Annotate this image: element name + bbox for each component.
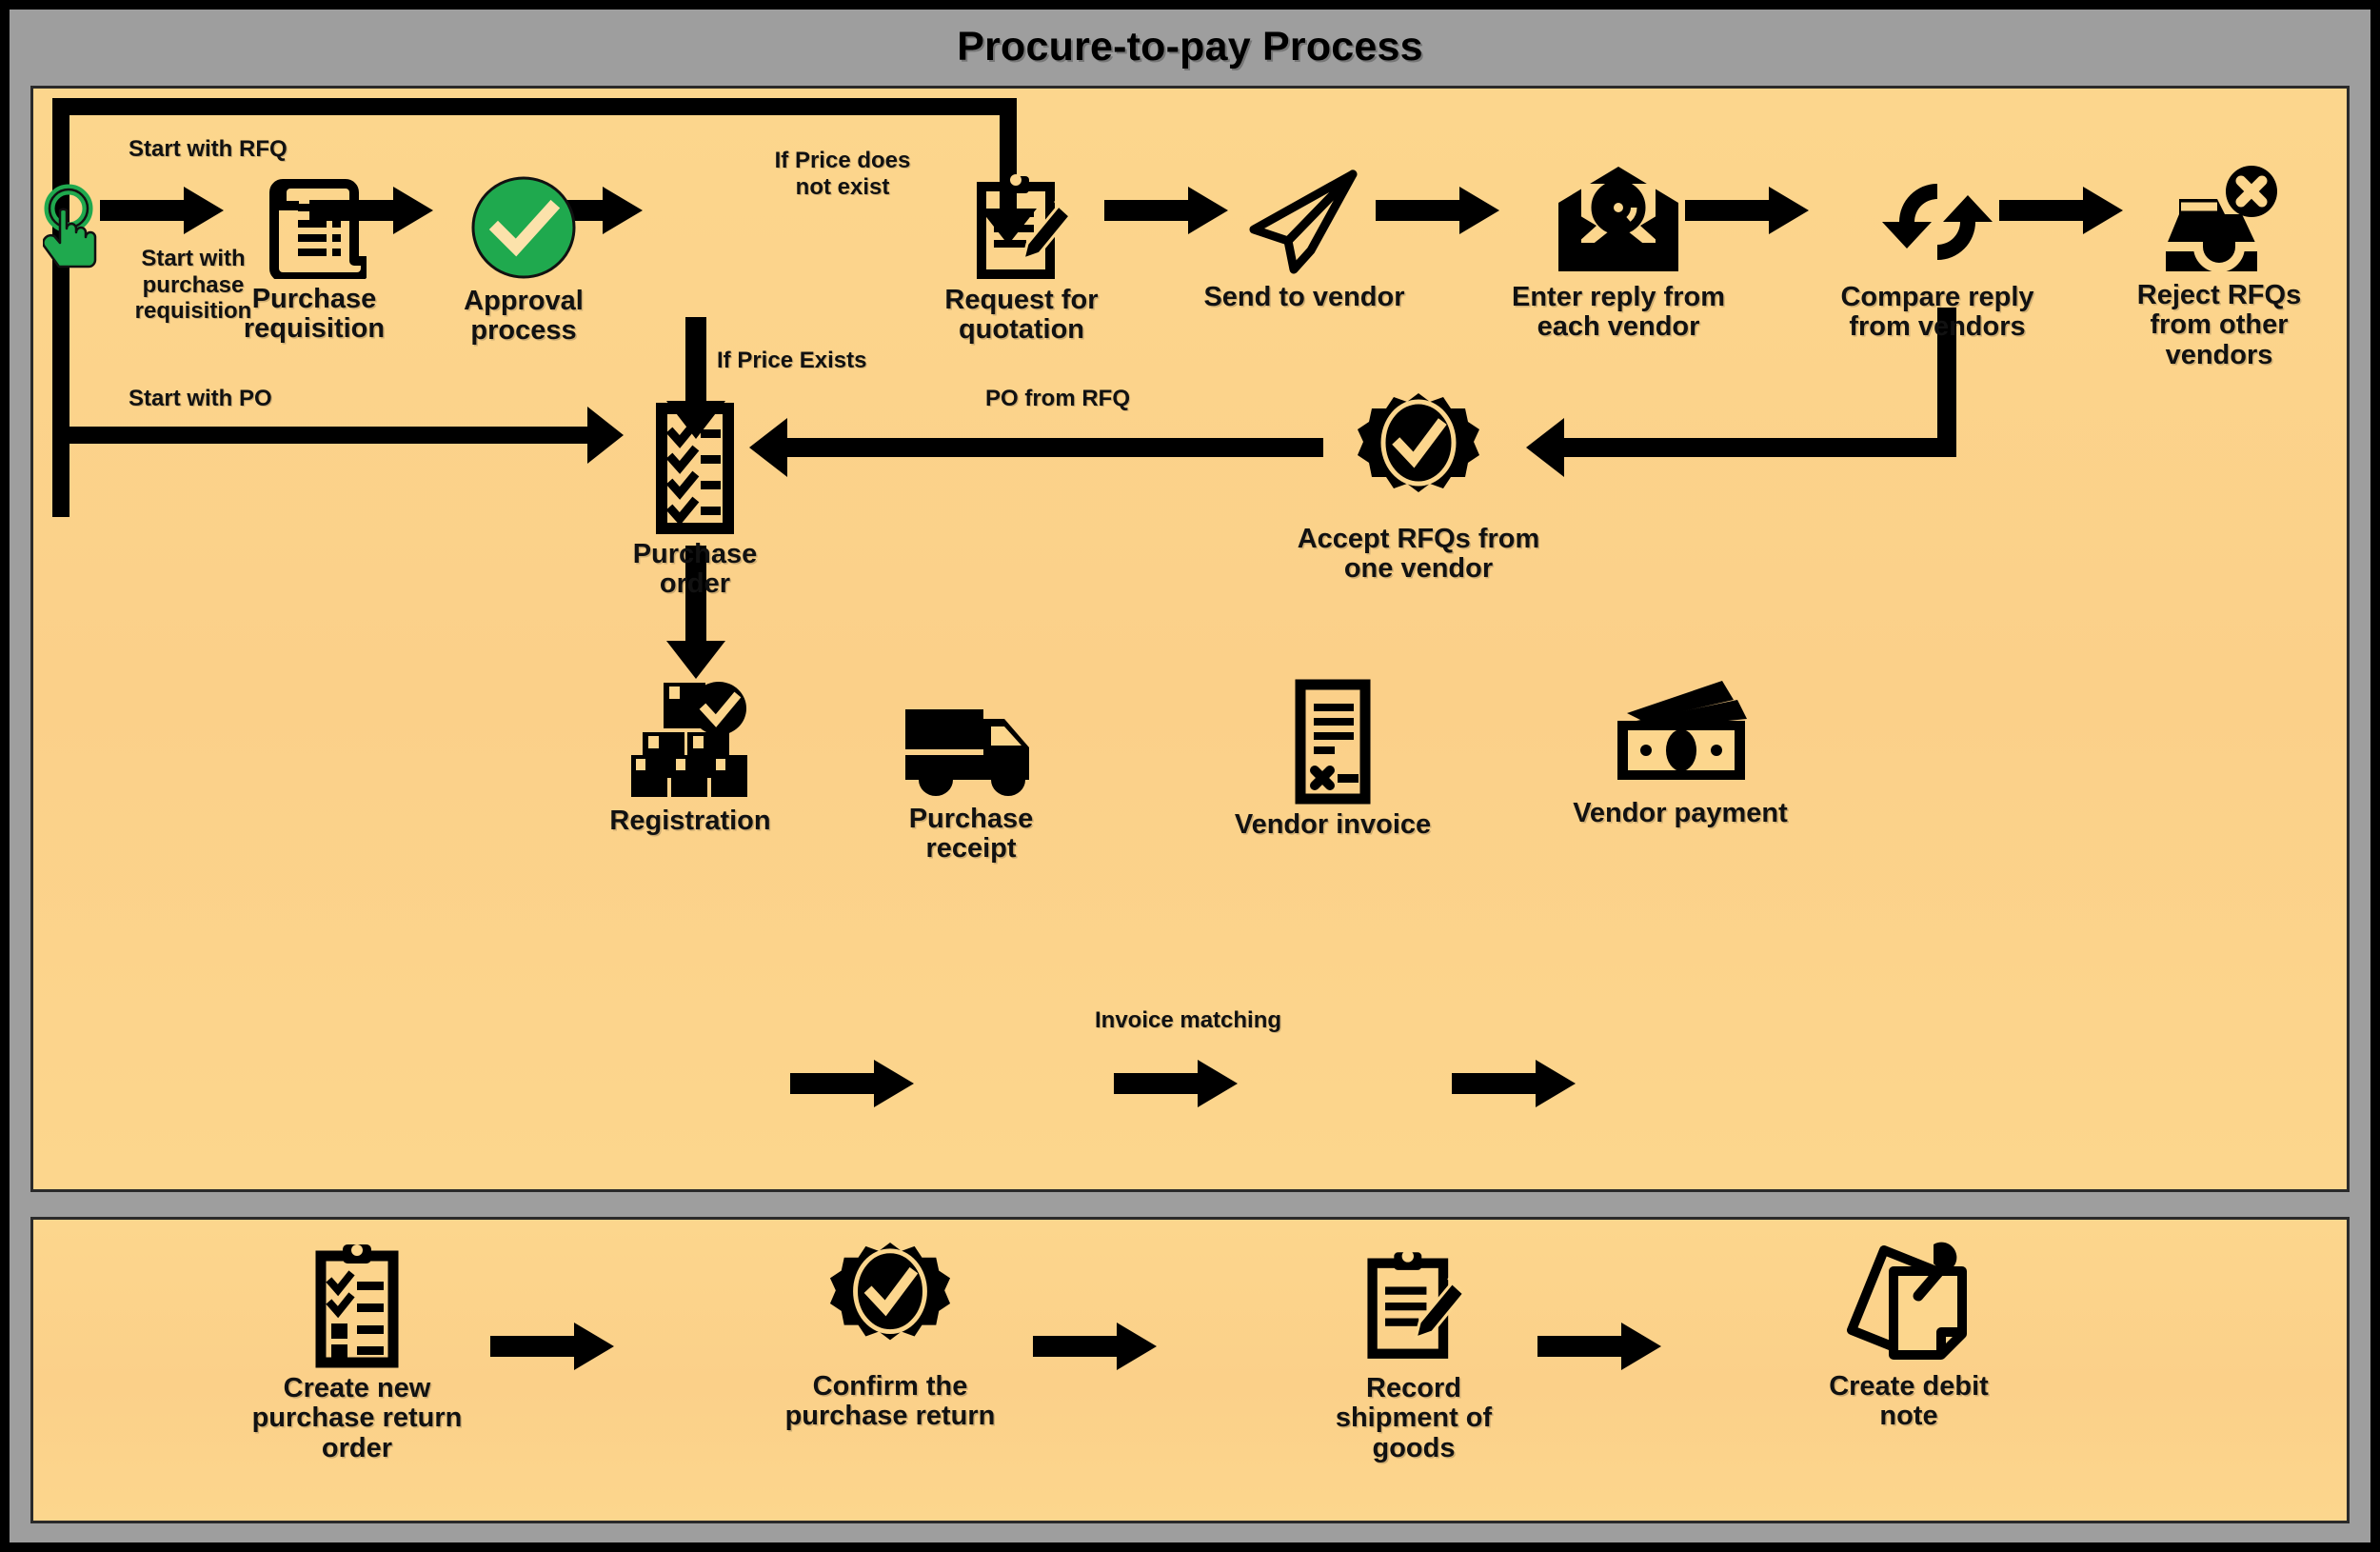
node-accept-rfqs-one-vendor[interactable]: Accept RFQs from one vendor — [1280, 391, 1557, 585]
pinned-note-icon — [1842, 1237, 1975, 1366]
connector-po-from-rfq-horizontal — [785, 438, 1323, 457]
node-compare-reply-vendors-label: Compare reply from vendors — [1840, 282, 2034, 343]
diagram-root: Procure-to-pay Process Start with RFQ St… — [0, 0, 2380, 1552]
connector-price-exists-vertical — [685, 317, 706, 405]
node-approval-process-label: Approval process — [464, 286, 584, 347]
page-title: Procure-to-pay Process — [957, 23, 1423, 70]
arrow-start-to-requisition — [100, 187, 224, 234]
node-enter-reply-each-vendor[interactable]: Enter reply from each vendor — [1499, 165, 1737, 343]
connector-po-horizontal — [52, 427, 590, 444]
invoice-document-icon — [1285, 679, 1380, 805]
node-compare-reply-vendors[interactable]: Compare reply from vendors — [1823, 167, 2052, 343]
delivery-truck-icon — [900, 698, 1042, 799]
refresh-cycle-icon — [1876, 167, 1998, 277]
arrow-confirm-to-record — [1033, 1323, 1157, 1370]
connector-po-to-registration-arrowhead — [666, 641, 725, 679]
arrow-registration-to-receipt — [790, 1060, 914, 1107]
boxes-check-icon — [627, 679, 753, 801]
banknote-cash-icon — [1604, 679, 1756, 793]
arrow-record-to-debit-note — [1537, 1323, 1661, 1370]
node-record-shipment-goods[interactable]: Record shipment of goods — [1295, 1237, 1533, 1463]
checklist-icon — [644, 403, 746, 534]
node-reject-rfqs-other-vendors[interactable]: Reject RFQs from other vendors — [2113, 163, 2325, 370]
node-confirm-purchase-return[interactable]: Confirm the purchase return — [766, 1241, 1014, 1432]
node-create-purchase-return-order[interactable]: Create new purchase return order — [233, 1239, 481, 1463]
edge-label-start-with-rfq: Start with RFQ — [129, 136, 288, 162]
receipt-scroll-icon — [262, 174, 370, 282]
green-check-circle-icon — [469, 174, 578, 281]
node-registration-label: Registration — [609, 806, 771, 836]
edge-label-price-exists: If Price Exists — [717, 348, 867, 373]
node-vendor-invoice[interactable]: Vendor invoice — [1228, 679, 1438, 840]
node-approval-process[interactable]: Approval process — [433, 174, 614, 347]
node-create-debit-note[interactable]: Create debit note — [1799, 1237, 2018, 1432]
node-send-to-vendor-label: Send to vendor — [1203, 282, 1405, 312]
node-registration[interactable]: Registration — [585, 679, 795, 836]
node-purchase-receipt-label: Purchase receipt — [908, 804, 1034, 865]
arrow-receipt-to-invoice — [1114, 1060, 1238, 1107]
node-purchase-receipt[interactable]: Purchase receipt — [881, 698, 1061, 865]
node-create-debit-note-label: Create debit note — [1829, 1371, 1989, 1432]
node-request-for-quotation-label: Request for quotation — [944, 285, 1099, 346]
node-accept-rfqs-label: Accept RFQs from one vendor — [1297, 524, 1540, 585]
node-enter-reply-each-vendor-label: Enter reply from each vendor — [1512, 282, 1725, 343]
node-confirm-return-label: Confirm the purchase return — [784, 1371, 996, 1432]
verified-badge-icon — [1358, 391, 1479, 519]
email-envelope-icon — [1547, 165, 1690, 277]
node-record-shipment-label: Record shipment of goods — [1335, 1373, 1493, 1463]
node-vendor-payment[interactable]: Vendor payment — [1561, 679, 1799, 828]
verified-badge-icon — [829, 1241, 951, 1366]
edge-label-start-with-po: Start with PO — [129, 386, 272, 411]
node-create-return-label: Create new purchase return order — [251, 1373, 463, 1463]
node-purchase-order[interactable]: Purchase order — [595, 403, 795, 600]
connector-po-left-vertical — [52, 450, 69, 517]
node-purchase-order-label: Purchase order — [632, 539, 758, 600]
clipboard-checklist-icon — [300, 1239, 414, 1368]
connector-compare-to-accept-horizontal — [1561, 438, 1956, 457]
node-reject-rfqs-label: Reject RFQs from other vendors — [2136, 280, 2302, 370]
pointing-hand-icon — [42, 182, 106, 269]
edge-label-po-from-rfq: PO from RFQ — [985, 386, 1131, 411]
node-vendor-payment-label: Vendor payment — [1573, 798, 1788, 828]
node-vendor-invoice-label: Vendor invoice — [1234, 809, 1432, 840]
node-purchase-requisition[interactable]: Purchase requisition — [224, 174, 405, 345]
clipboard-pencil-icon — [964, 169, 1079, 280]
arrow-create-to-confirm — [490, 1323, 614, 1370]
node-purchase-requisition-label: Purchase requisition — [243, 284, 386, 345]
edge-label-price-does-not-exist: If Price does not exist — [774, 148, 911, 200]
node-request-for-quotation[interactable]: Request for quotation — [926, 169, 1117, 346]
title-bar: Procure-to-pay Process — [10, 10, 2370, 84]
clipboard-pencil-icon — [1355, 1237, 1473, 1368]
arrow-invoice-to-payment — [1452, 1060, 1576, 1107]
node-send-to-vendor[interactable]: Send to vendor — [1200, 167, 1409, 312]
procure-to-pay-main-panel: Start with RFQ Start with purchase requi… — [30, 86, 2350, 1192]
node-start-pointing-hand[interactable] — [41, 182, 108, 275]
edge-label-invoice-matching: Invoice matching — [1095, 1007, 1282, 1033]
connector-rfq-top-horizontal — [52, 98, 1017, 115]
inbox-reject-icon — [2152, 163, 2286, 275]
connector-left-rail-joint — [52, 427, 69, 444]
paper-plane-icon — [1246, 167, 1362, 277]
purchase-return-panel: Create new purchase return order Confirm… — [30, 1217, 2350, 1523]
